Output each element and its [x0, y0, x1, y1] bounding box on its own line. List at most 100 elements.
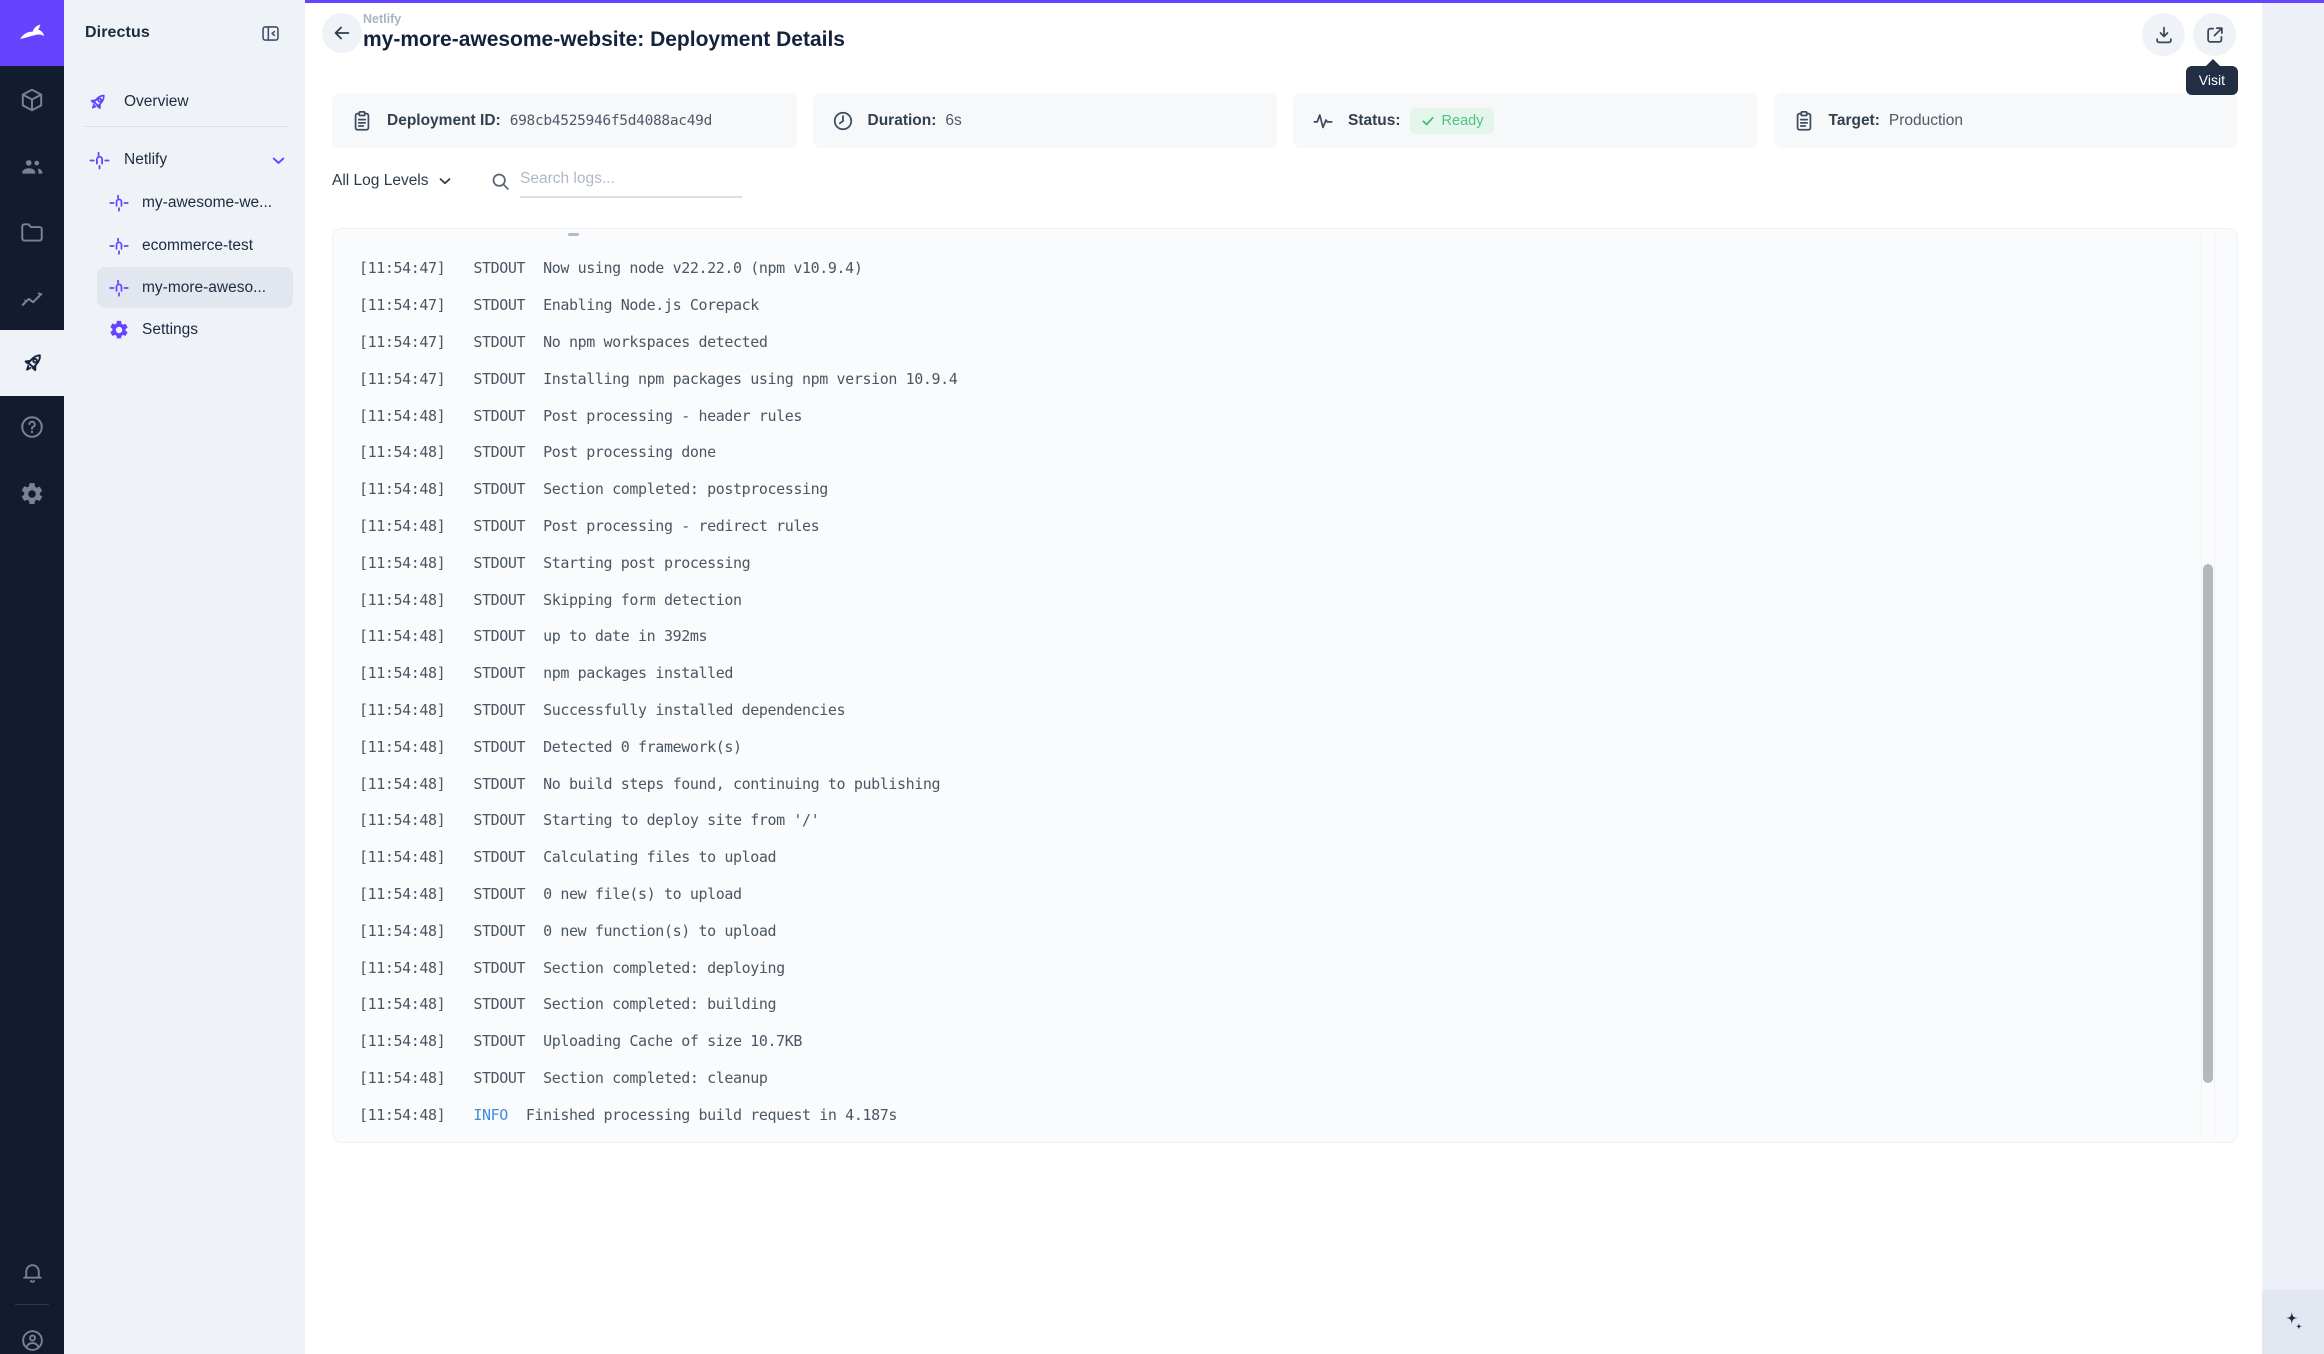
log-level: STDOUT — [473, 848, 525, 866]
log-line: [11:54:48] STDOUT No build steps found, … — [359, 765, 2177, 802]
right-sidebar-collapsed — [2262, 0, 2324, 1354]
chevron-down-icon[interactable] — [269, 151, 288, 170]
gear-icon — [108, 319, 130, 341]
log-timestamp: [11:54:48] — [359, 848, 445, 866]
open-in-new-icon — [2204, 24, 2226, 46]
visit-site-button[interactable] — [2193, 13, 2236, 56]
log-line: [11:54:48] STDOUT Detected 0 framework(s… — [359, 728, 2177, 765]
log-lines: [11:54:47] STDOUT Now using node v22.22.… — [359, 250, 2177, 1133]
insights-icon — [19, 287, 45, 313]
sidebar-item-overview[interactable]: Overview — [86, 82, 189, 122]
log-line: [11:54:48] STDOUT Section completed: cle… — [359, 1060, 2177, 1097]
log-level: STDOUT — [473, 995, 525, 1013]
log-message: Section completed: building — [543, 995, 776, 1013]
top-accent-bar — [305, 0, 2324, 3]
bell-icon — [20, 1260, 45, 1285]
log-timestamp: [11:54:47] — [359, 370, 445, 388]
sidebar-item-label: Netlify — [124, 151, 167, 169]
log-line: [11:54:47] STDOUT Now using node v22.22.… — [359, 250, 2177, 287]
project-name: Directus — [85, 24, 150, 42]
log-timestamp: [11:54:48] — [359, 554, 445, 572]
download-logs-button[interactable] — [2142, 13, 2185, 56]
log-message: 0 new function(s) to upload — [543, 922, 776, 940]
download-icon — [2153, 24, 2175, 46]
log-timestamp: [11:54:48] — [359, 1106, 445, 1124]
module-netlify-extension[interactable] — [0, 330, 64, 396]
collapse-sidebar-icon[interactable] — [260, 23, 281, 44]
log-message: Uploading Cache of size 10.7KB — [543, 1032, 802, 1050]
log-level: STDOUT — [473, 296, 525, 314]
log-level: STDOUT — [473, 627, 525, 645]
log-timestamp: [11:54:48] — [359, 407, 445, 425]
log-timestamp: [11:54:48] — [359, 701, 445, 719]
log-line: [11:54:47] STDOUT No npm workspaces dete… — [359, 324, 2177, 361]
log-line: [11:54:48] STDOUT 0 new file(s) to uploa… — [359, 876, 2177, 913]
sidebar-item-site-2[interactable]: ecommerce-test — [108, 226, 253, 266]
sidebar-item-site-3[interactable]: my-more-aweso... — [108, 268, 266, 308]
log-message: Enabling Node.js Corepack — [543, 296, 759, 314]
netlify-node-icon — [88, 149, 111, 172]
sidebar-item-label: ecommerce-test — [142, 237, 253, 255]
module-settings[interactable] — [0, 461, 64, 527]
log-level: STDOUT — [473, 1032, 525, 1050]
module-insights[interactable] — [0, 267, 64, 333]
rocket-icon — [86, 91, 109, 114]
log-timestamp: [11:54:48] — [359, 517, 445, 535]
log-level: STDOUT — [473, 443, 525, 461]
log-line: [11:54:48] STDOUT Section completed: dep… — [359, 949, 2177, 986]
log-line: [11:54:48] STDOUT Starting to deploy sit… — [359, 802, 2177, 839]
log-line: [11:54:48] STDOUT Post processing done — [359, 434, 2177, 471]
gear-icon — [19, 481, 45, 507]
log-level: STDOUT — [473, 591, 525, 609]
log-level: STDOUT — [473, 922, 525, 940]
log-message: Now using node v22.22.0 (npm v10.9.4) — [543, 259, 862, 277]
app-screen: Directus Overview Netlify my — [0, 0, 2324, 1354]
sidebar-item-site-1[interactable]: my-awesome-we... — [108, 183, 272, 223]
module-users[interactable] — [0, 134, 64, 200]
log-line: [11:54:47] STDOUT Installing npm package… — [359, 360, 2177, 397]
log-level: STDOUT — [473, 885, 525, 903]
log-line: [11:54:48] STDOUT Section completed: pos… — [359, 471, 2177, 508]
search-logs-input[interactable] — [520, 168, 742, 198]
chevron-down-icon — [436, 172, 454, 190]
page-title: my-more-awesome-website: Deployment Deta… — [363, 28, 845, 52]
log-line: [11:54:48] STDOUT Section completed: bui… — [359, 986, 2177, 1023]
sidebar-item-label: my-more-aweso... — [142, 279, 266, 297]
card-label: Duration: — [868, 112, 937, 130]
sidebar-item-netlify[interactable]: Netlify — [88, 140, 288, 180]
visit-tooltip: Visit — [2186, 66, 2238, 95]
search-icon — [490, 171, 511, 192]
back-button[interactable] — [322, 13, 362, 53]
deployment-id-card: Deployment ID: 698cb4525946f5d4088ac49d — [332, 93, 797, 148]
notifications-button[interactable] — [0, 1239, 64, 1305]
log-line: [11:54:48] STDOUT Starting post processi… — [359, 544, 2177, 581]
module-files[interactable] — [0, 200, 64, 266]
log-timestamp: [11:54:48] — [359, 738, 445, 756]
module-content[interactable] — [0, 67, 64, 133]
sidebar-item-settings[interactable]: Settings — [108, 310, 198, 350]
ai-assistant-button[interactable] — [2262, 1290, 2324, 1354]
log-message: Section completed: deploying — [543, 959, 785, 977]
log-level: STDOUT — [473, 370, 525, 388]
log-message: No npm workspaces detected — [543, 333, 767, 351]
log-message: Skipping form detection — [543, 591, 742, 609]
log-timestamp: [11:54:48] — [359, 775, 445, 793]
user-menu-button[interactable] — [0, 1307, 64, 1354]
folder-icon — [19, 220, 45, 246]
netlify-node-icon — [108, 192, 130, 214]
back-arrow-icon — [331, 22, 353, 44]
log-level: STDOUT — [473, 407, 525, 425]
log-scrollbar-track[interactable] — [2201, 233, 2215, 1138]
log-line: [11:54:48] STDOUT Post processing - head… — [359, 397, 2177, 434]
log-line: [11:54:48] STDOUT Uploading Cache of siz… — [359, 1023, 2177, 1060]
log-timestamp: [11:54:48] — [359, 922, 445, 940]
breadcrumb[interactable]: Netlify — [363, 12, 401, 26]
directus-logo[interactable] — [0, 0, 64, 66]
module-help[interactable] — [0, 394, 64, 460]
log-timestamp: [11:54:48] — [359, 811, 445, 829]
log-scrollbar-thumb[interactable] — [2203, 564, 2213, 1083]
log-level: STDOUT — [473, 517, 525, 535]
log-line: [11:54:48] STDOUT Successfully installed… — [359, 692, 2177, 729]
log-level-dropdown[interactable]: All Log Levels — [332, 172, 454, 190]
users-icon — [19, 154, 45, 180]
